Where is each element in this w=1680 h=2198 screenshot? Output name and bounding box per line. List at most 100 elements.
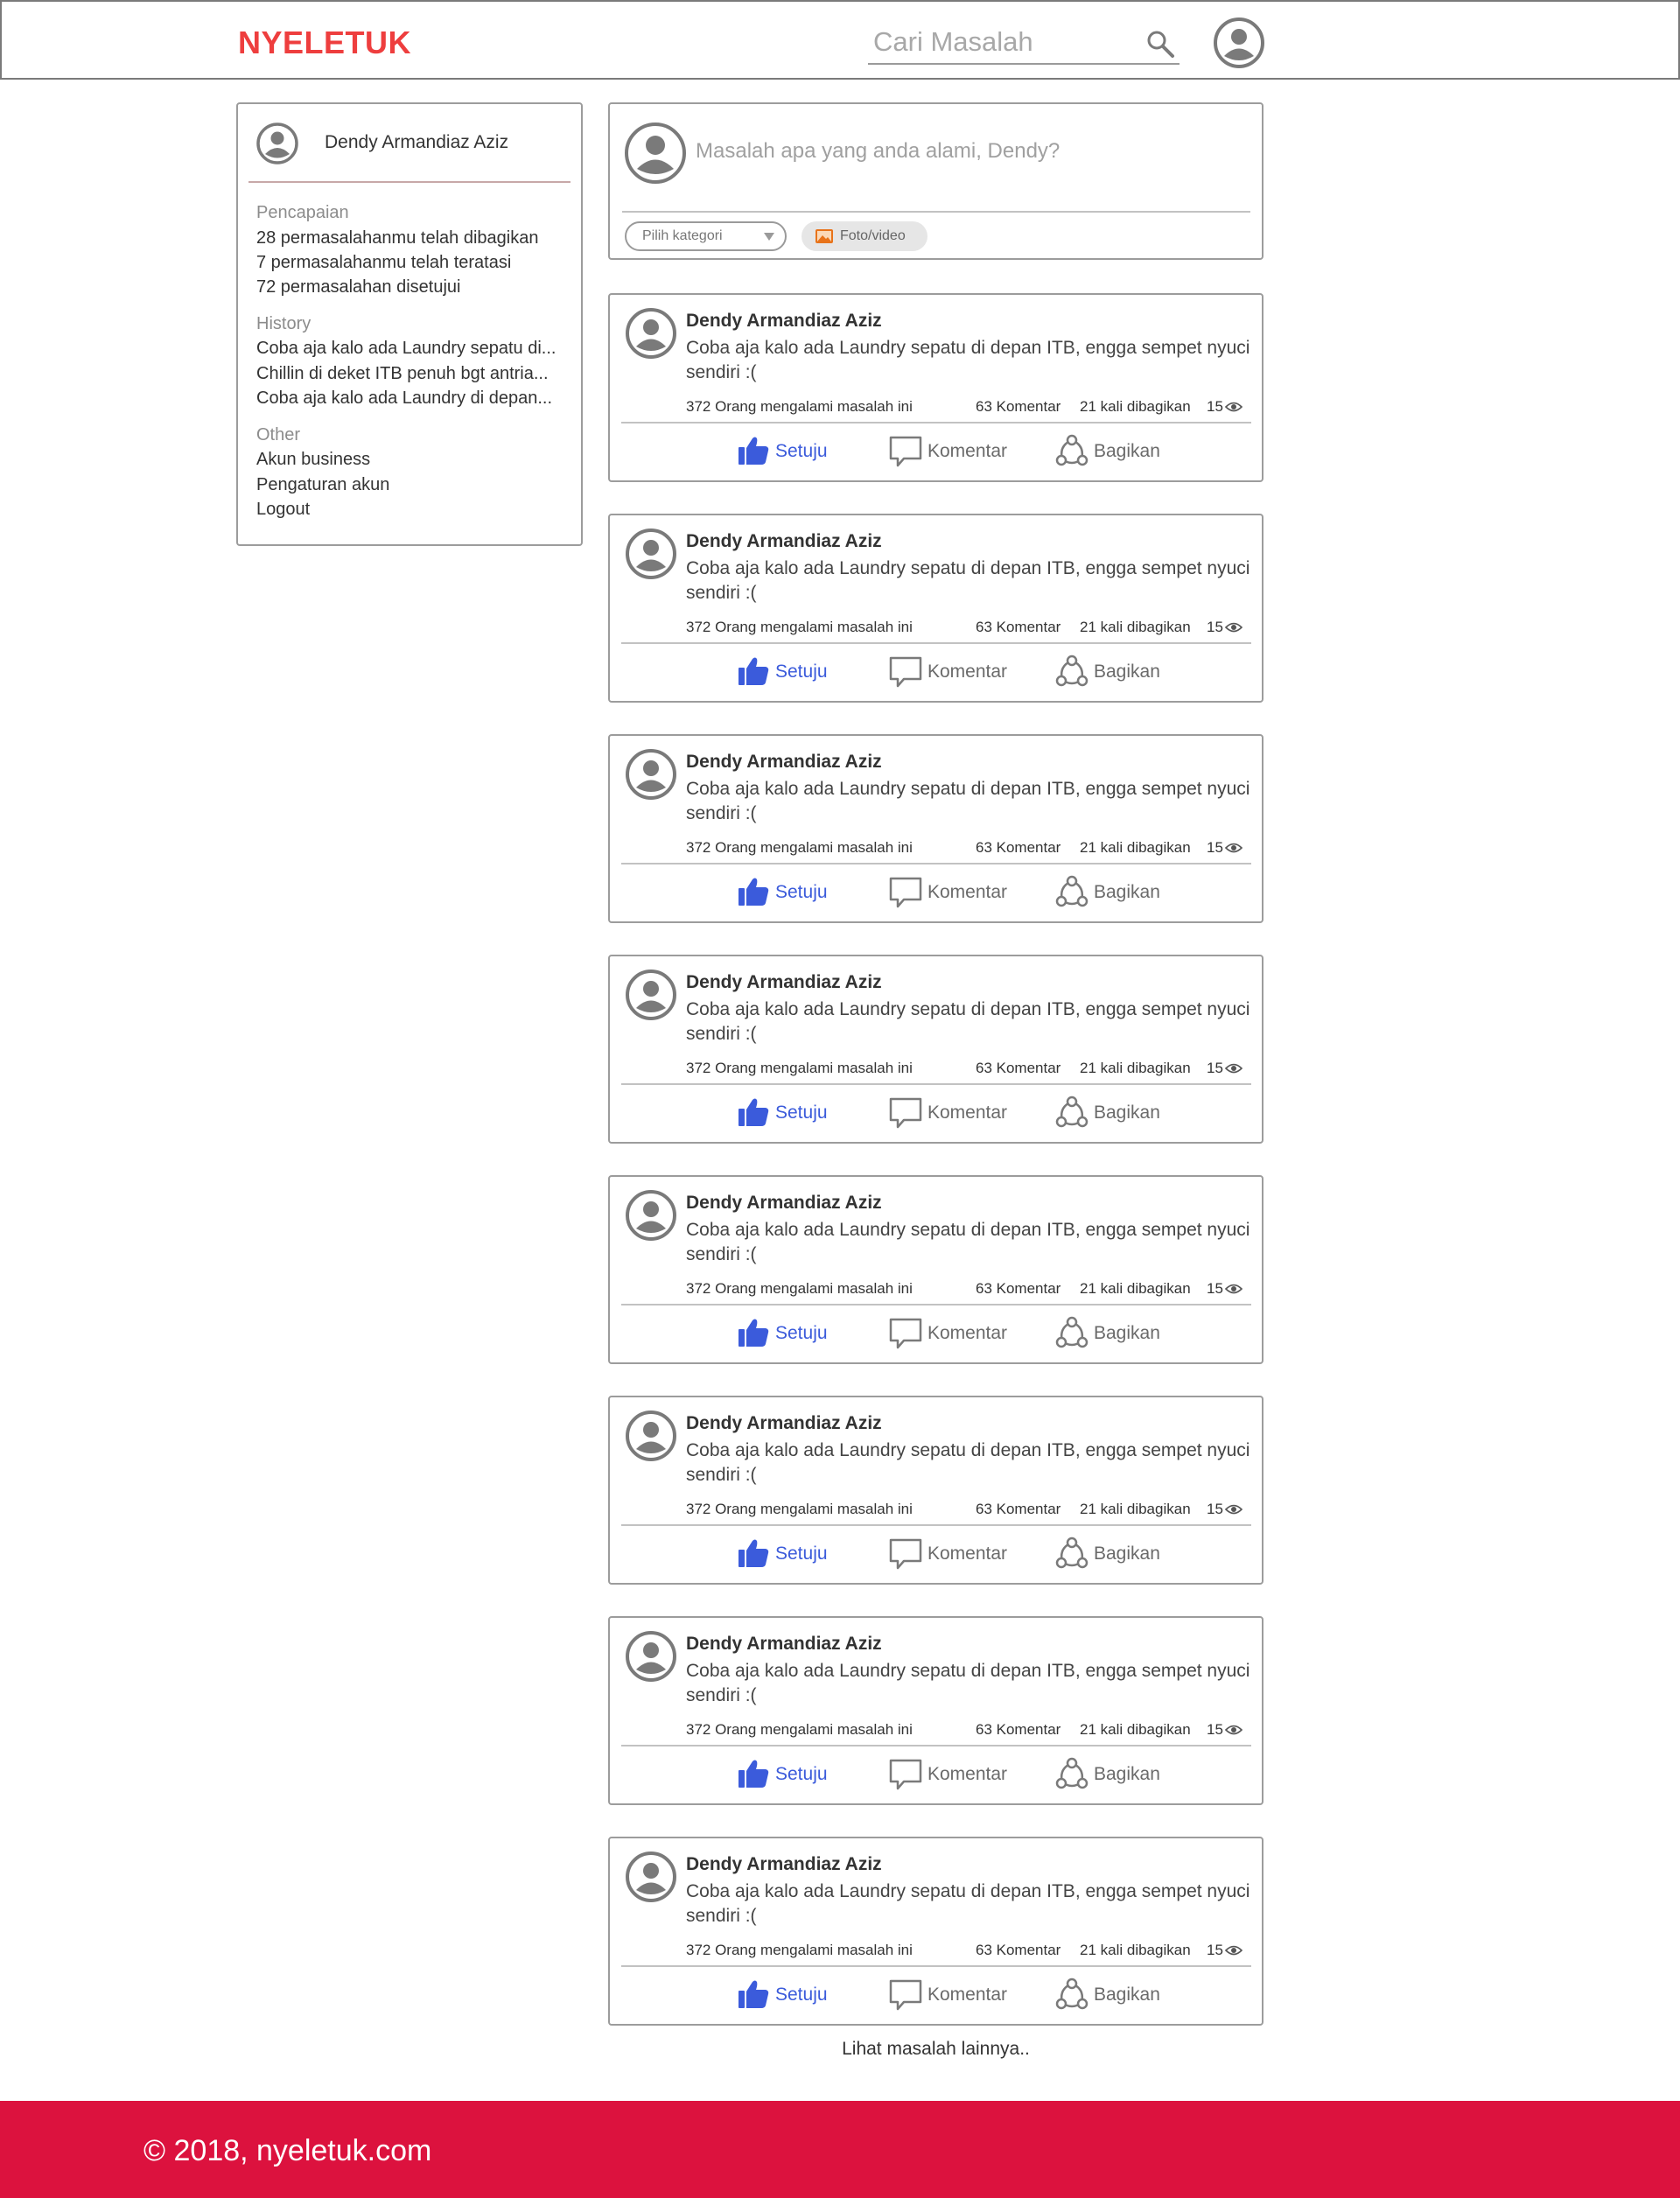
- eye-icon: [1225, 1725, 1242, 1735]
- share-nodes-icon: [1055, 1536, 1088, 1569]
- share-label: Bagikan: [1094, 441, 1160, 461]
- avatar-icon[interactable]: [625, 307, 677, 360]
- post-stats: 372 Orang mengalami masalah ini 63 Komen…: [686, 398, 1246, 417]
- photo-video-button[interactable]: Foto/video: [802, 221, 928, 251]
- thumbs-up-icon: [738, 1760, 769, 1788]
- comment-button[interactable]: Komentar: [888, 1536, 1019, 1571]
- history-item[interactable]: Coba aja kalo ada Laundry sepatu di...: [256, 339, 563, 359]
- post-text: Coba aja kalo ada Laundry sepatu di depa…: [686, 1881, 1250, 1926]
- agree-button[interactable]: Setuju: [736, 1756, 832, 1791]
- achievement-item: 7 permasalahanmu telah teratasi: [256, 253, 512, 272]
- agree-button[interactable]: Setuju: [736, 1315, 832, 1350]
- view-count: 15: [1207, 619, 1223, 635]
- post-stats: 372 Orang mengalami masalah ini 63 Komen…: [686, 839, 1246, 858]
- logo[interactable]: NYELETUK: [238, 24, 411, 61]
- agree-label: Setuju: [775, 662, 828, 682]
- affected-count: 372 Orang mengalami masalah ini: [686, 1942, 913, 1958]
- share-count: 21 kali dibagikan: [1080, 1060, 1191, 1076]
- affected-count: 372 Orang mengalami masalah ini: [686, 1501, 913, 1517]
- agree-button[interactable]: Setuju: [736, 433, 832, 468]
- logout-link[interactable]: Logout: [256, 500, 563, 520]
- avatar-icon: [625, 122, 686, 184]
- history-item[interactable]: Chillin di deket ITB penuh bgt antria...: [256, 364, 563, 384]
- comment-button[interactable]: Komentar: [888, 1977, 1019, 2012]
- post-author[interactable]: Dendy Armandiaz Aziz: [686, 311, 882, 332]
- business-account-link[interactable]: Akun business: [256, 450, 563, 470]
- avatar-icon[interactable]: [625, 1851, 677, 1903]
- share-button[interactable]: Bagikan: [1054, 654, 1168, 689]
- post-composer: Pilih kategori Foto/video: [608, 102, 1264, 260]
- post-text: Coba aja kalo ada Laundry sepatu di depa…: [686, 338, 1250, 382]
- post-card: Dendy Armandiaz Aziz Coba aja kalo ada L…: [608, 293, 1264, 482]
- thumbs-up-icon: [738, 1539, 769, 1567]
- avatar-icon[interactable]: [625, 748, 677, 801]
- speech-bubble-icon: [889, 1979, 922, 2011]
- speech-bubble-icon: [889, 1097, 922, 1129]
- post-author[interactable]: Dendy Armandiaz Aziz: [686, 1193, 882, 1214]
- history-item[interactable]: Coba aja kalo ada Laundry di depan...: [256, 388, 563, 409]
- post-author[interactable]: Dendy Armandiaz Aziz: [686, 972, 882, 993]
- comment-count: 63 Komentar: [976, 398, 1061, 415]
- comment-button[interactable]: Komentar: [888, 654, 1019, 689]
- comment-button[interactable]: Komentar: [888, 874, 1019, 909]
- search-bar: [868, 18, 1180, 65]
- comment-button[interactable]: Komentar: [888, 1095, 1019, 1130]
- comment-count: 63 Komentar: [976, 1280, 1061, 1297]
- divider: [248, 181, 570, 183]
- view-count: 15: [1207, 839, 1223, 856]
- comment-count: 63 Komentar: [976, 1721, 1061, 1738]
- post-author[interactable]: Dendy Armandiaz Aziz: [686, 531, 882, 552]
- comment-button[interactable]: Komentar: [888, 1315, 1019, 1350]
- share-button[interactable]: Bagikan: [1054, 1977, 1168, 2012]
- category-dropdown[interactable]: Pilih kategori: [625, 221, 787, 251]
- divider: [621, 422, 1251, 424]
- account-settings-link[interactable]: Pengaturan akun: [256, 475, 563, 495]
- speech-bubble-icon: [889, 656, 922, 688]
- chevron-down-icon: [764, 233, 774, 241]
- comment-button[interactable]: Komentar: [888, 1756, 1019, 1791]
- share-button[interactable]: Bagikan: [1054, 1536, 1168, 1571]
- profile-sidebar: Dendy Armandiaz Aziz Pencapaian 28 perma…: [236, 102, 583, 546]
- post-stats: 372 Orang mengalami masalah ini 63 Komen…: [686, 1060, 1246, 1079]
- avatar-icon[interactable]: [625, 528, 677, 580]
- problem-input[interactable]: [696, 134, 1238, 169]
- share-label: Bagikan: [1094, 882, 1160, 902]
- avatar-icon[interactable]: [625, 1410, 677, 1462]
- share-nodes-icon: [1055, 875, 1088, 907]
- agree-button[interactable]: Setuju: [736, 1977, 832, 2012]
- post-author[interactable]: Dendy Armandiaz Aziz: [686, 1634, 882, 1655]
- share-button[interactable]: Bagikan: [1054, 1095, 1168, 1130]
- agree-button[interactable]: Setuju: [736, 1095, 832, 1130]
- sidebar-user[interactable]: Dendy Armandiaz Aziz: [256, 120, 567, 169]
- share-button[interactable]: Bagikan: [1054, 1315, 1168, 1350]
- divider: [622, 211, 1250, 213]
- avatar-icon[interactable]: [625, 1630, 677, 1683]
- share-button[interactable]: Bagikan: [1054, 874, 1168, 909]
- profile-avatar-icon[interactable]: [1213, 17, 1265, 69]
- agree-button[interactable]: Setuju: [736, 1536, 832, 1571]
- post-author[interactable]: Dendy Armandiaz Aziz: [686, 1413, 882, 1434]
- comment-button[interactable]: Komentar: [888, 433, 1019, 468]
- affected-count: 372 Orang mengalami masalah ini: [686, 1280, 913, 1297]
- comment-label: Komentar: [928, 1984, 1008, 2005]
- history-heading: History: [256, 314, 312, 333]
- avatar-icon[interactable]: [625, 969, 677, 1021]
- search-input[interactable]: [873, 26, 1127, 58]
- post-author[interactable]: Dendy Armandiaz Aziz: [686, 1854, 882, 1875]
- see-more-link[interactable]: Lihat masalah lainnya..: [608, 2039, 1264, 2060]
- share-button[interactable]: Bagikan: [1054, 433, 1168, 468]
- search-icon[interactable]: [1144, 28, 1176, 60]
- thumbs-up-icon: [738, 437, 769, 465]
- avatar-icon[interactable]: [625, 1189, 677, 1242]
- share-nodes-icon: [1055, 1316, 1088, 1348]
- divider: [621, 1083, 1251, 1085]
- share-count: 21 kali dibagikan: [1080, 839, 1191, 856]
- post-author[interactable]: Dendy Armandiaz Aziz: [686, 752, 882, 773]
- comment-count: 63 Komentar: [976, 839, 1061, 856]
- share-button[interactable]: Bagikan: [1054, 1756, 1168, 1791]
- agree-button[interactable]: Setuju: [736, 654, 832, 689]
- other-heading: Other: [256, 425, 301, 444]
- share-nodes-icon: [1055, 434, 1088, 466]
- divider: [621, 1745, 1251, 1746]
- agree-button[interactable]: Setuju: [736, 874, 832, 909]
